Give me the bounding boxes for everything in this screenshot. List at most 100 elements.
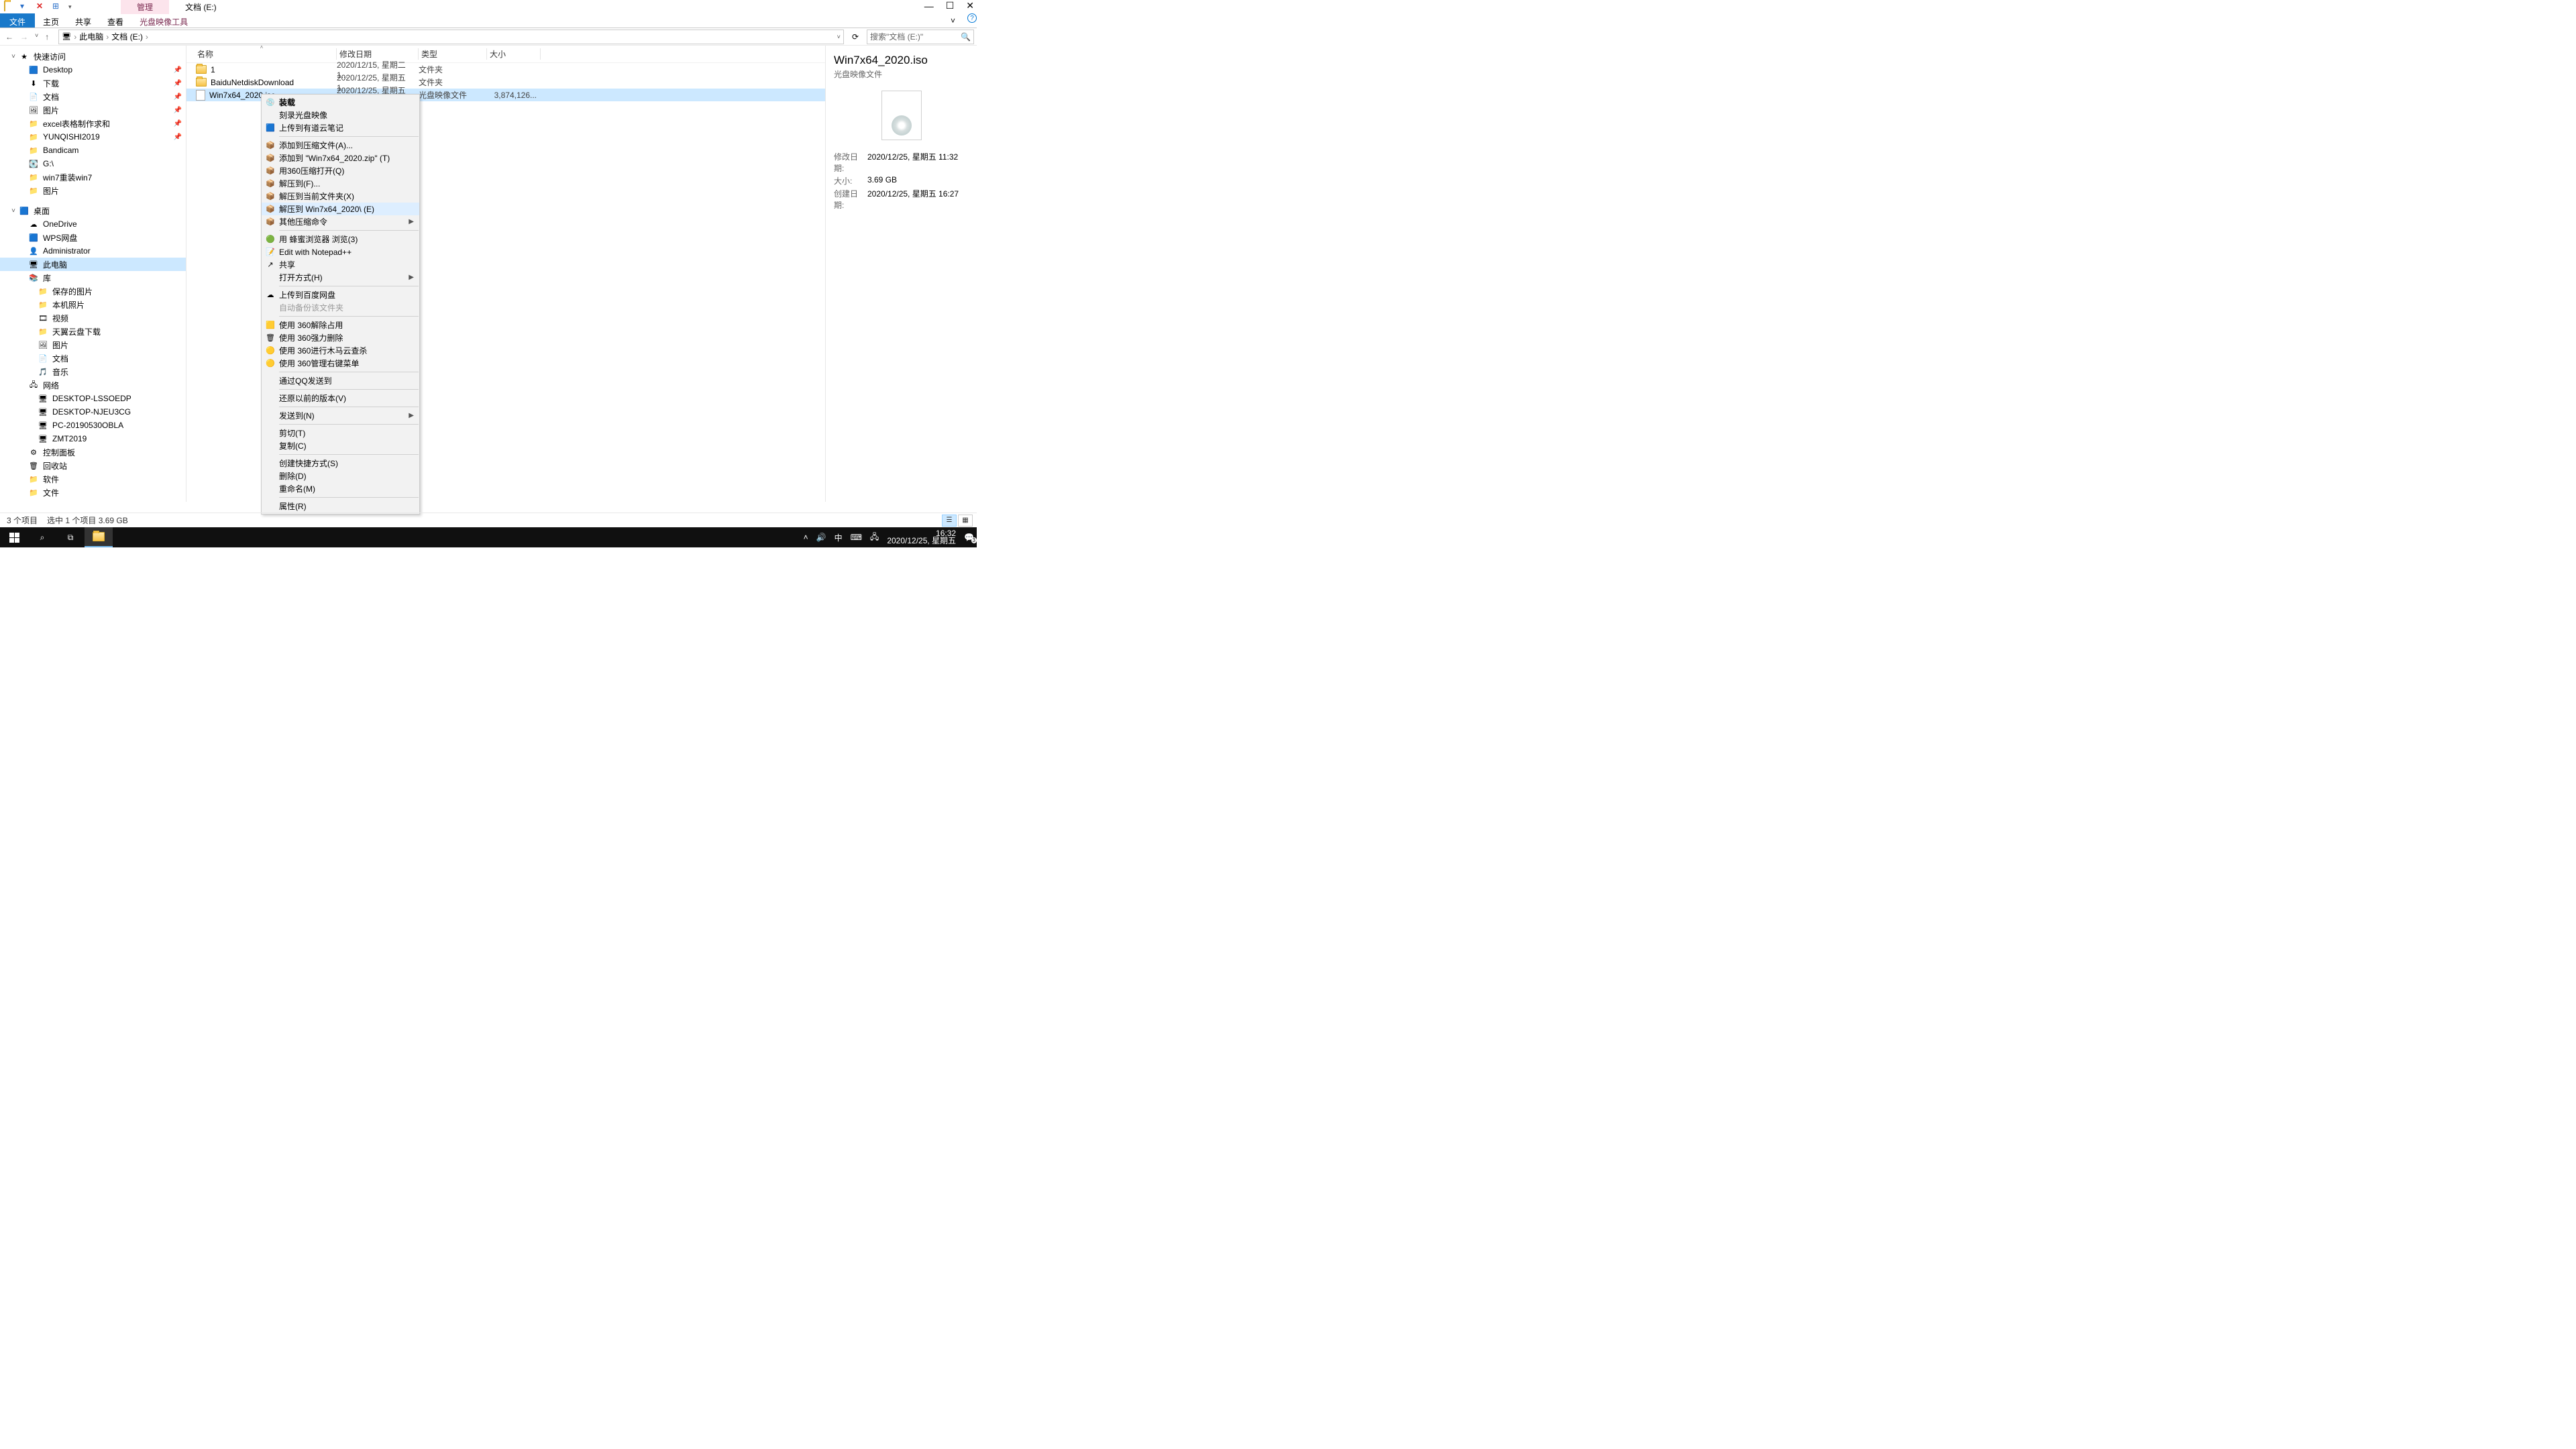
nav-item[interactable]: ˅★快速访问 [0, 50, 186, 63]
notifications-icon[interactable]: 💬3 [964, 533, 974, 542]
chevron-right-icon[interactable]: › [74, 32, 76, 42]
context-menu-item[interactable]: 剪切(T) [262, 427, 419, 439]
ribbon-tab-view[interactable]: 查看 [99, 13, 131, 28]
ribbon-expand-icon[interactable]: ˅ [944, 13, 962, 28]
recent-dropdown-icon[interactable]: ˅ [35, 32, 38, 42]
context-menu-item[interactable]: 🟢用 蜂蜜浏览器 浏览(3) [262, 233, 419, 246]
nav-item[interactable]: ⬇下载📌 [0, 76, 186, 90]
nav-item[interactable]: 🖥DESKTOP-NJEU3CG [0, 405, 186, 419]
nav-item[interactable]: 📁Bandicam [0, 144, 186, 157]
context-menu-item[interactable]: ↗共享 [262, 258, 419, 271]
context-menu-item[interactable]: 还原以前的版本(V) [262, 392, 419, 405]
nav-item[interactable]: 📁天翼云盘下载 [0, 325, 186, 338]
context-menu-item[interactable]: 📦其他压缩命令▶ [262, 215, 419, 228]
context-menu-item[interactable]: 通过QQ发送到 [262, 374, 419, 387]
ribbon-tab-home[interactable]: 主页 [35, 13, 67, 28]
nav-item[interactable]: 📁软件 [0, 472, 186, 486]
context-menu-item[interactable]: 🟨使用 360解除占用 [262, 319, 419, 331]
breadcrumb-segment[interactable]: 文档 (E:) [111, 31, 143, 42]
close-button[interactable]: ✕ [966, 0, 974, 11]
view-details-button[interactable]: ☰ [942, 515, 957, 527]
context-menu-item[interactable]: 重命名(M) [262, 482, 419, 495]
context-menu-item[interactable]: 📦添加到 "Win7x64_2020.zip" (T) [262, 152, 419, 164]
context-menu-item[interactable]: 📦用360压缩打开(Q) [262, 164, 419, 177]
nav-item[interactable]: 🖼图片 [0, 338, 186, 352]
chevron-icon[interactable]: ˅ [9, 53, 17, 60]
search-icon[interactable]: 🔍 [961, 32, 971, 42]
context-menu-item[interactable]: 复制(C) [262, 439, 419, 452]
save-icon[interactable]: ▾ [20, 1, 31, 12]
nav-item[interactable]: 📁保存的图片 [0, 284, 186, 298]
col-size[interactable]: 大小 [487, 46, 541, 62]
nav-item[interactable]: 📁文件 [0, 486, 186, 499]
qat-dropdown-icon[interactable]: ▾ [68, 3, 72, 11]
minimize-button[interactable]: — [924, 1, 934, 11]
nav-item[interactable]: 🖧网络 [0, 378, 186, 392]
nav-item[interactable]: 🟦Desktop📌 [0, 63, 186, 76]
up-button[interactable]: ↑ [45, 32, 49, 42]
chevron-icon[interactable]: ˅ [9, 207, 17, 215]
refresh-icon[interactable]: ⟳ [848, 32, 863, 42]
context-menu-item[interactable]: 📦添加到压缩文件(A)... [262, 139, 419, 152]
ribbon-tab-file[interactable]: 文件 [0, 13, 35, 28]
delete-icon[interactable]: ✕ [36, 1, 47, 12]
nav-item[interactable]: 🖥ZMT2019 [0, 432, 186, 445]
nav-item[interactable]: ☁OneDrive [0, 217, 186, 231]
context-menu-item[interactable]: 💿装载 [262, 96, 419, 109]
context-menu-item[interactable]: 📦解压到(F)... [262, 177, 419, 190]
nav-item[interactable]: 📁YUNQISHI2019📌 [0, 130, 186, 144]
context-menu-item[interactable]: 📦解压到当前文件夹(X) [262, 190, 419, 203]
network-icon[interactable]: 🖧 [870, 531, 879, 545]
context-menu-item[interactable]: 发送到(N)▶ [262, 409, 419, 422]
nav-item[interactable]: 📁本机照片 [0, 298, 186, 311]
col-type[interactable]: 类型 [419, 46, 487, 62]
context-menu-item[interactable]: 📦解压到 Win7x64_2020\ (E) [262, 203, 419, 215]
context-menu-item[interactable]: 🟦上传到有道云笔记 [262, 121, 419, 134]
tray-chevron-icon[interactable]: ˄ [804, 533, 808, 542]
address-dropdown-icon[interactable]: ˅ [837, 34, 841, 40]
nav-item[interactable]: 🟦WPS网盘 [0, 231, 186, 244]
chevron-right-icon[interactable]: › [146, 32, 148, 42]
col-name[interactable]: 名称˄ [186, 46, 337, 62]
nav-item[interactable]: 🗑回收站 [0, 459, 186, 472]
context-menu-item[interactable]: 刻录光盘映像 [262, 109, 419, 121]
back-button[interactable]: ← [5, 32, 13, 42]
breadcrumb[interactable]: 🖥 › 此电脑 › 文档 (E:) › ˅ [58, 30, 844, 44]
context-menu-item[interactable]: 📝Edit with Notepad++ [262, 246, 419, 258]
volume-icon[interactable]: 🔊 [816, 533, 826, 542]
nav-item[interactable]: 📄文档📌 [0, 90, 186, 103]
nav-item[interactable]: 📁图片 [0, 184, 186, 197]
nav-item[interactable]: 🖥此电脑 [0, 258, 186, 271]
chevron-right-icon[interactable]: › [106, 32, 109, 42]
ribbon-tab-disc-tools[interactable]: 光盘映像工具 [131, 13, 196, 28]
nav-item[interactable]: 📁win7重装win7 [0, 170, 186, 184]
context-menu-item[interactable]: 删除(D) [262, 470, 419, 482]
nav-item[interactable]: 🎵音乐 [0, 365, 186, 378]
help-icon[interactable]: ? [967, 13, 977, 23]
taskbar-explorer-icon[interactable] [85, 527, 113, 547]
taskbar-clock[interactable]: 16:32 2020/12/25, 星期五 [887, 530, 956, 545]
nav-item[interactable]: 📚库 [0, 271, 186, 284]
nav-item[interactable]: 🎞视频 [0, 311, 186, 325]
context-menu-item[interactable]: 打开方式(H)▶ [262, 271, 419, 284]
taskview-icon[interactable]: ⧉ [56, 527, 85, 547]
ribbon-tab-share[interactable]: 共享 [67, 13, 99, 28]
taskbar-search-icon[interactable]: ⌕ [28, 527, 56, 547]
nav-item[interactable]: 🖥PC-20190530OBLA [0, 419, 186, 432]
col-date[interactable]: 修改日期 [337, 46, 419, 62]
keyboard-icon[interactable]: ⌨ [851, 533, 862, 542]
properties-icon[interactable]: ⊞ [52, 1, 63, 12]
nav-item[interactable]: 🖼图片📌 [0, 103, 186, 117]
context-menu-item[interactable]: 属性(R) [262, 500, 419, 513]
nav-item[interactable]: ˅🟦桌面 [0, 204, 186, 217]
context-menu-item[interactable]: 创建快捷方式(S) [262, 457, 419, 470]
context-menu-item[interactable]: ☁上传到百度网盘 [262, 288, 419, 301]
context-menu-item[interactable]: 🗑使用 360强力删除 [262, 331, 419, 344]
nav-item[interactable]: 🖥DESKTOP-LSSOEDP [0, 392, 186, 405]
search-input[interactable]: 搜索"文档 (E:)" 🔍 [867, 30, 974, 44]
table-row[interactable]: 12020/12/15, 星期二 1...文件夹 [186, 63, 825, 76]
start-button[interactable] [0, 527, 28, 547]
ime-icon[interactable]: 中 [835, 532, 843, 543]
breadcrumb-root[interactable]: 此电脑 [79, 31, 103, 42]
context-menu-item[interactable]: 🟡使用 360管理右键菜单 [262, 357, 419, 370]
